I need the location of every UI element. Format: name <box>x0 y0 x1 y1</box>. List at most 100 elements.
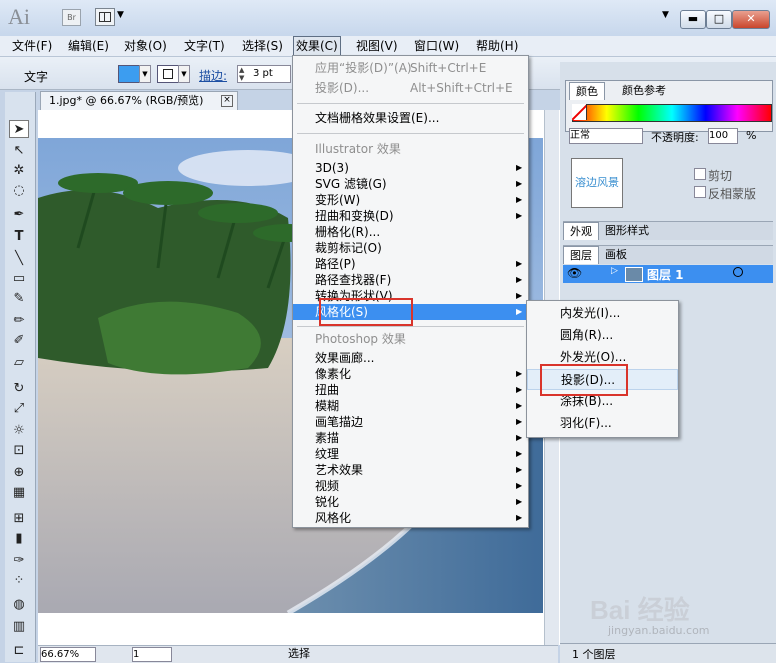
spinner-icon[interactable]: ▲ ▼ <box>239 66 244 82</box>
eyedropper-tool-icon[interactable]: ✑ <box>9 552 29 570</box>
color-spectrum[interactable] <box>572 104 772 122</box>
target-circle-icon[interactable] <box>733 267 743 277</box>
menu-item-blur[interactable]: 模糊 ▶ <box>293 398 528 414</box>
clip-label: 剪切 <box>708 169 733 183</box>
eraser-tool-icon[interactable]: ▱ <box>9 354 29 372</box>
pen-tool-icon[interactable]: ✒ <box>9 206 29 224</box>
menu-item-sketch[interactable]: 素描 ▶ <box>293 430 528 446</box>
invert-mask-checkbox[interactable] <box>694 186 706 198</box>
tab-appearance[interactable]: 外观 <box>563 222 599 240</box>
menu-item-video[interactable]: 视频 ▶ <box>293 478 528 494</box>
layer-name[interactable]: 图层 1 <box>647 266 684 283</box>
artboard-navigation-field[interactable]: 1 <box>132 647 172 662</box>
perspective-grid-tool-icon[interactable]: ▦ <box>9 484 29 502</box>
maximize-button[interactable]: □ <box>706 10 732 29</box>
lasso-tool-icon[interactable]: ◌ <box>9 182 29 200</box>
stroke-label[interactable]: 描边: <box>199 67 227 84</box>
appearance-panel-header: 外观 图形样式 <box>563 221 773 240</box>
menu-item-doc-raster[interactable]: 文档栅格效果设置(E)... <box>293 110 528 126</box>
menu-view[interactable]: 视图(V) <box>354 38 400 54</box>
menu-type[interactable]: 文字(T) <box>182 38 227 54</box>
rectangle-tool-icon[interactable]: ▭ <box>9 270 29 288</box>
fill-dropdown[interactable]: ▼ <box>139 65 151 83</box>
menu-item-effect-gallery[interactable]: 效果画廊... <box>293 350 528 366</box>
blend-mode-select[interactable]: 正常 <box>569 128 643 144</box>
submenu-item-round-corners[interactable]: 圆角(R)... <box>527 325 678 346</box>
menu-item-distort-transform[interactable]: 扭曲和变换(D) ▶ <box>293 208 528 224</box>
eye-icon[interactable]: 👁 <box>567 266 582 280</box>
warp-tool-icon[interactable]: ☼ <box>9 422 29 440</box>
magic-wand-tool-icon[interactable]: ✲ <box>9 162 29 180</box>
menu-item-sharpen[interactable]: 锐化 ▶ <box>293 494 528 510</box>
menu-help[interactable]: 帮助(H) <box>474 38 520 54</box>
menu-edit[interactable]: 编辑(E) <box>66 38 111 54</box>
chevron-down-icon[interactable]: ▼ <box>117 10 124 20</box>
opacity-field[interactable]: 100 <box>708 128 738 144</box>
menu-item-brush-strokes[interactable]: 画笔描边 ▶ <box>293 414 528 430</box>
menu-item-artistic[interactable]: 艺术效果 ▶ <box>293 462 528 478</box>
paintbrush-tool-icon[interactable]: ✎ <box>9 290 29 308</box>
submenu-item-inner-glow[interactable]: 内发光(I)... <box>527 303 678 324</box>
minimize-button[interactable]: ▬ <box>680 10 706 29</box>
symbol-sprayer-tool-icon[interactable]: ◍ <box>9 596 29 614</box>
highlight-drop-shadow-box <box>540 364 628 396</box>
menu-effect[interactable]: 效果(C) <box>293 36 341 56</box>
none-color-icon[interactable] <box>572 104 587 120</box>
pencil-tool-icon[interactable]: ✏ <box>9 312 29 330</box>
menu-window[interactable]: 窗口(W) <box>412 38 461 54</box>
menu-item-pixelate[interactable]: 像素化 ▶ <box>293 366 528 382</box>
menu-select[interactable]: 选择(S) <box>240 38 285 54</box>
arrange-documents-button[interactable] <box>95 8 115 26</box>
close-icon[interactable]: × <box>221 95 233 107</box>
watermark-logo: Bai 经验 <box>590 595 690 625</box>
blob-brush-tool-icon[interactable]: ✐ <box>9 332 29 350</box>
stroke-dropdown[interactable]: ▼ <box>178 65 190 83</box>
document-tab[interactable]: 1.jpg* @ 66.67% (RGB/预览) × <box>40 91 238 110</box>
workspace-dropdown-icon[interactable]: ▼ <box>662 10 669 20</box>
menu-item-texture[interactable]: 纹理 ▶ <box>293 446 528 462</box>
gradient-tool-icon[interactable]: ▮ <box>9 530 29 548</box>
line-tool-icon[interactable]: ╲ <box>9 250 29 268</box>
menu-item-ps-stylize[interactable]: 风格化 ▶ <box>293 510 528 526</box>
opacity-unit: % <box>746 129 757 142</box>
menu-item-crop-marks[interactable]: 裁剪标记(O) <box>293 240 528 256</box>
tab-color[interactable]: 颜色 <box>569 82 605 100</box>
menu-file[interactable]: 文件(F) <box>10 38 54 54</box>
scale-tool-icon[interactable]: ⤢ <box>9 400 29 418</box>
layer-row[interactable]: 👁 ▷ 图层 1 <box>563 265 773 283</box>
tab-color-guide[interactable]: 颜色参考 <box>616 82 672 99</box>
expand-arrow-icon[interactable]: ▷ <box>611 266 618 276</box>
bridge-button[interactable]: Br <box>62 9 81 26</box>
menu-item-warp[interactable]: 变形(W) ▶ <box>293 192 528 208</box>
fill-swatch[interactable] <box>118 65 140 83</box>
blend-tool-icon[interactable]: ⁘ <box>9 572 29 590</box>
menu-item-ps-distort[interactable]: 扭曲 ▶ <box>293 382 528 398</box>
layers-panel-header: 图层 画板 <box>563 245 773 264</box>
menu-item-3d[interactable]: 3D(3) ▶ <box>293 160 528 176</box>
selection-tool-icon[interactable]: ➤ <box>9 120 29 138</box>
menu-item-path[interactable]: 路径(P) ▶ <box>293 256 528 272</box>
clip-checkbox[interactable] <box>694 168 706 180</box>
stroke-weight-field[interactable]: ▲ ▼ 3 pt <box>237 65 291 83</box>
rotate-tool-icon[interactable]: ↻ <box>9 380 29 398</box>
close-button[interactable]: ✕ <box>732 10 770 29</box>
artboard-tool-icon[interactable]: ⊏ <box>9 642 29 660</box>
shape-builder-tool-icon[interactable]: ⊕ <box>9 464 29 482</box>
column-graph-tool-icon[interactable]: ▥ <box>9 618 29 636</box>
menu-object[interactable]: 对象(O) <box>122 38 169 54</box>
status-text: 选择 <box>288 647 310 660</box>
submenu-item-feather[interactable]: 羽化(F)... <box>527 413 678 434</box>
stroke-swatch[interactable] <box>157 65 179 83</box>
menu-item-rasterize[interactable]: 栅格化(R)... <box>293 224 528 240</box>
menu-item-pathfinder[interactable]: 路径查找器(F) ▶ <box>293 272 528 288</box>
tab-graphic-styles[interactable]: 图形样式 <box>599 222 655 239</box>
tab-layers[interactable]: 图层 <box>563 246 599 264</box>
effect-menu: 应用“投影(D)”(A) Shift+Ctrl+E 投影(D)... Alt+Shi… <box>292 55 529 528</box>
mesh-tool-icon[interactable]: ⊞ <box>9 510 29 528</box>
direct-selection-tool-icon[interactable]: ↖ <box>9 142 29 160</box>
menu-item-svg-filters[interactable]: SVG 滤镜(G) ▶ <box>293 176 528 192</box>
type-tool-icon[interactable]: T <box>9 228 29 246</box>
tab-artboards[interactable]: 画板 <box>599 246 633 263</box>
zoom-field[interactable]: 66.67% <box>40 647 96 662</box>
free-transform-tool-icon[interactable]: ⊡ <box>9 442 29 460</box>
